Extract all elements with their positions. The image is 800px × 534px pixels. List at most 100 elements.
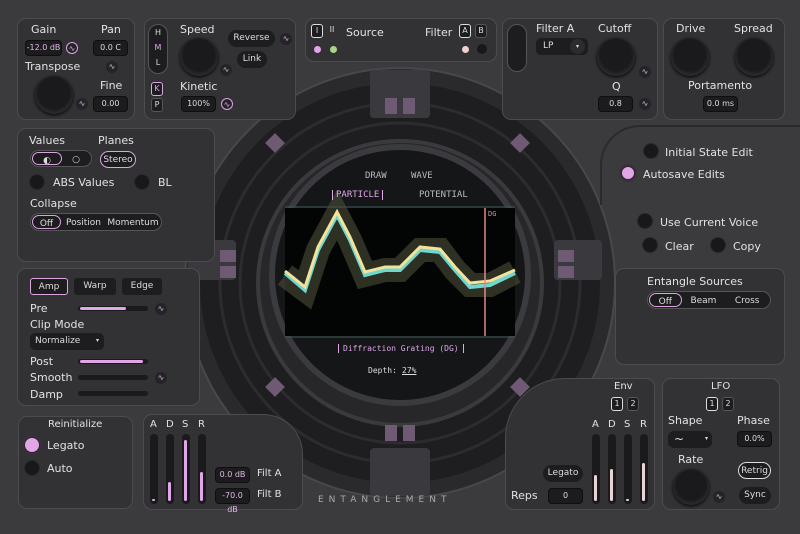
cutoff-mod-icon[interactable]: ∿ [639, 66, 651, 78]
entangle-cross[interactable]: Cross [725, 293, 769, 307]
link-button[interactable]: Link [237, 51, 267, 68]
pan-mod-icon[interactable]: ∿ [106, 61, 118, 73]
use-current-voice-radio[interactable] [637, 213, 653, 229]
retrig-button[interactable]: Retrig [738, 462, 771, 479]
portamento-field[interactable]: 0.0 ms [703, 96, 738, 112]
depth-value[interactable]: 27% [402, 366, 416, 375]
damp-slider[interactable] [78, 391, 148, 396]
tab-edge[interactable]: Edge [122, 278, 162, 295]
auto-radio[interactable] [24, 460, 40, 476]
adsr-slider-a[interactable] [592, 434, 600, 504]
clip-mode-dropdown[interactable]: Normalize ▾ [30, 333, 104, 350]
bl-label: BL [158, 176, 172, 189]
transpose-knob[interactable] [35, 76, 73, 114]
planes-button[interactable]: Stereo [100, 151, 136, 168]
reverse-mod-icon[interactable]: ∿ [280, 33, 292, 45]
adsr-slider-r[interactable] [640, 434, 648, 504]
kinetic-mod-icon[interactable]: ∿ [221, 98, 233, 110]
values-option-1[interactable]: ◐ [32, 152, 62, 166]
speed-knob[interactable] [180, 38, 218, 76]
filt-a-field[interactable]: 0.0 dB [215, 467, 250, 483]
speed-mod-icon[interactable]: ∿ [220, 64, 232, 76]
kinetic-field[interactable]: 100% [181, 96, 216, 112]
values-option-2[interactable]: ○ [62, 152, 90, 165]
filter-routing-toggle[interactable] [507, 24, 527, 72]
filt-a-label: Filt A [257, 468, 282, 479]
collapse-label: Collapse [30, 197, 77, 210]
clip-mode-label: Clip Mode [30, 318, 85, 331]
filt-b-field[interactable]: -70.0 dB [215, 488, 250, 514]
smooth-mod-icon[interactable]: ∿ [155, 372, 167, 384]
env-legato-button[interactable]: Legato [543, 465, 583, 482]
lfo-tab-1[interactable]: 1 [706, 397, 718, 411]
entangle-beam[interactable]: Beam [682, 293, 726, 307]
adsr-slider-d[interactable] [166, 434, 174, 504]
screen-tab-draw[interactable]: DRAW [365, 171, 387, 181]
rate-knob[interactable] [673, 469, 709, 505]
initial-state-edit-radio[interactable] [643, 143, 659, 159]
adsr-slider-s[interactable] [624, 434, 632, 504]
pre-mod-icon[interactable]: ∿ [155, 303, 167, 315]
q-field[interactable]: 0.8 [598, 96, 633, 112]
filter-a-button[interactable]: A [459, 24, 471, 38]
entangle-off[interactable]: Off [649, 293, 682, 307]
cutoff-knob[interactable] [597, 38, 635, 76]
reps-field[interactable]: 0 [548, 488, 583, 504]
fine-label: Fine [100, 79, 123, 92]
clear-radio[interactable] [642, 237, 658, 253]
source-ii-button[interactable]: II [326, 24, 338, 38]
mode-selector[interactable]: Diffraction Grating (DG) [338, 344, 464, 353]
shape-dropdown[interactable]: ~ ▾ [668, 431, 712, 448]
post-slider[interactable] [78, 359, 148, 364]
screen-tab-potential[interactable]: POTENTIAL [419, 190, 468, 200]
screen-tab-particle[interactable]: PARTICLE [332, 190, 384, 200]
m-option[interactable]: M [149, 40, 167, 55]
kinetic-label: Kinetic [180, 80, 218, 93]
adsr-slider-r[interactable] [198, 434, 206, 504]
collapse-off[interactable]: Off [32, 215, 61, 229]
collapse-momentum[interactable]: Momentum [106, 215, 160, 229]
h-option[interactable]: H [149, 25, 167, 40]
bl-radio[interactable] [134, 174, 150, 190]
source-i-button[interactable]: I [311, 24, 323, 38]
collapse-selector[interactable]: Off Position Momentum [30, 213, 162, 231]
adsr-slider-s[interactable] [182, 434, 190, 504]
q-mod-icon[interactable]: ∿ [639, 98, 651, 110]
fine-field[interactable]: 0.00 [93, 96, 128, 112]
transpose-mod-icon[interactable]: ∿ [76, 98, 88, 110]
filter-b-button[interactable]: B [475, 24, 487, 38]
l-option[interactable]: L [149, 55, 167, 70]
pan-field[interactable]: 0.0 C [93, 40, 128, 56]
copy-radio[interactable] [710, 237, 726, 253]
sync-button[interactable]: Sync [739, 487, 771, 504]
post-label: Post [30, 355, 54, 368]
values-toggle[interactable]: ◐ ○ [30, 150, 92, 167]
pre-slider[interactable] [78, 306, 148, 311]
rate-mod-icon[interactable]: ∿ [713, 491, 725, 503]
autosave-edits-radio[interactable] [621, 166, 635, 180]
tab-amp[interactable]: Amp [30, 278, 68, 295]
gain-field[interactable]: -12.0 dB [25, 40, 62, 56]
gain-mod-icon[interactable]: ∿ [66, 42, 78, 54]
env-tab-1[interactable]: 1 [611, 397, 623, 411]
spread-knob[interactable] [735, 38, 773, 76]
env-tab-2[interactable]: 2 [627, 397, 639, 411]
lfo-tab-2[interactable]: 2 [722, 397, 734, 411]
adsr-slider-a[interactable] [150, 434, 158, 504]
legato-radio[interactable] [24, 437, 40, 453]
smooth-slider[interactable] [78, 375, 148, 380]
phase-field[interactable]: 0.0% [737, 431, 772, 447]
entangle-selector[interactable]: Off Beam Cross [647, 291, 771, 309]
abs-values-radio[interactable] [29, 174, 45, 190]
screen-tab-wave[interactable]: WAVE [411, 171, 433, 181]
hml-selector[interactable]: H M L [148, 24, 168, 74]
tab-warp[interactable]: Warp [74, 278, 116, 295]
filter-type-dropdown[interactable]: LP ▾ [536, 38, 588, 55]
p-button[interactable]: P [151, 98, 163, 112]
reverse-button[interactable]: Reverse [228, 30, 275, 47]
drive-knob[interactable] [671, 38, 709, 76]
k-button[interactable]: K [151, 82, 163, 96]
adsr-slider-d[interactable] [608, 434, 616, 504]
collapse-position[interactable]: Position [61, 215, 106, 229]
adsr-letter-a: A [592, 419, 599, 430]
